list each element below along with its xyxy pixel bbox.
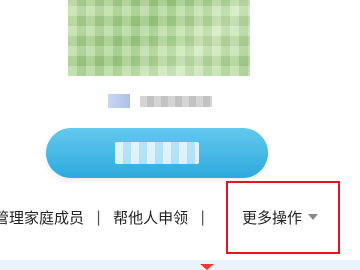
more-actions-button[interactable]: 更多操作 — [242, 203, 319, 231]
action-links: 管理家庭成员 | 帮他人申领 | — [0, 203, 217, 231]
primary-action-button[interactable] — [46, 128, 268, 178]
user-avatar — [108, 94, 130, 108]
separator: | — [200, 208, 206, 226]
triangle-pointer-icon — [200, 264, 214, 270]
separator: | — [96, 208, 102, 226]
more-actions-label: 更多操作 — [242, 208, 303, 227]
primary-action-label — [115, 142, 199, 164]
manage-family-link[interactable]: 管理家庭成员 — [0, 207, 84, 228]
caret-down-icon — [308, 214, 319, 220]
help-apply-link[interactable]: 帮他人申领 — [113, 207, 188, 228]
user-info-row — [108, 94, 228, 108]
bottom-panel — [0, 260, 360, 270]
qr-code-icon — [68, 0, 250, 76]
user-name — [140, 96, 212, 107]
